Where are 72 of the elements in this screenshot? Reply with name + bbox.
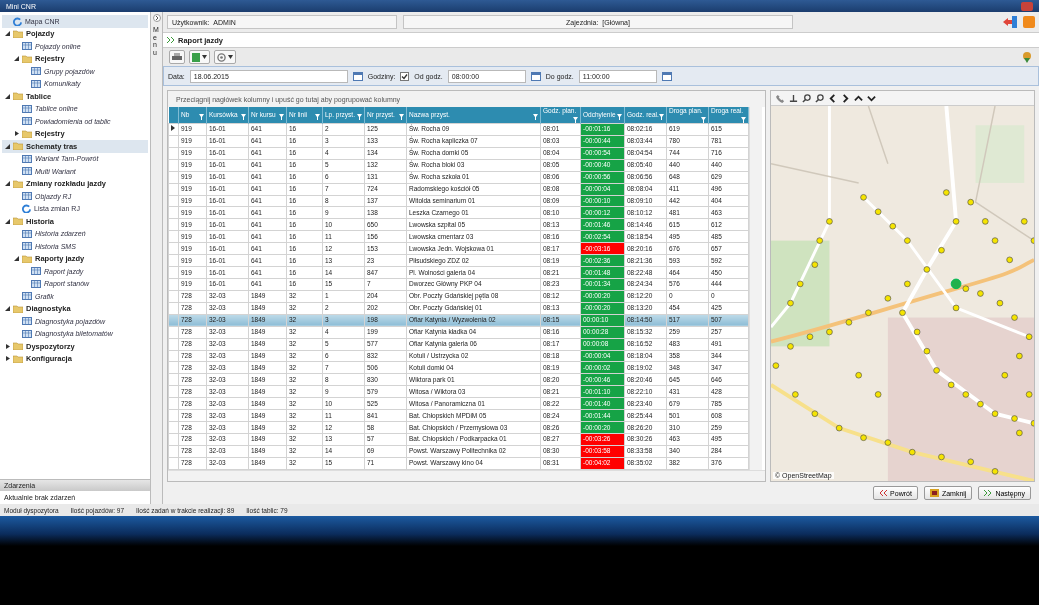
horizontal-scrollbar[interactable]: [168, 470, 765, 481]
expanded-icon[interactable]: [13, 56, 19, 62]
calendar-icon[interactable]: [661, 71, 672, 81]
chevron-down-icon[interactable]: [867, 93, 876, 103]
filter-icon[interactable]: [357, 113, 362, 120]
filter-icon[interactable]: [659, 113, 664, 120]
grid-icon: [22, 167, 32, 176]
filter-icon[interactable]: [701, 117, 706, 123]
zoom-in-icon[interactable]: [802, 93, 811, 103]
print-button[interactable]: [169, 50, 185, 64]
double-chevron-left-icon: [879, 490, 888, 496]
filter-icon[interactable]: [279, 113, 284, 120]
grid-icon: [31, 79, 41, 88]
expanded-icon[interactable]: [4, 181, 10, 187]
printer-icon: [172, 52, 182, 62]
collapsed-icon[interactable]: [4, 356, 10, 362]
collapsed-icon[interactable]: [13, 131, 19, 137]
folder-icon: [22, 254, 32, 263]
filter-icon[interactable]: [241, 113, 246, 120]
expanded-icon[interactable]: [4, 143, 10, 149]
grid-icon: [22, 104, 32, 113]
settings-icon: [217, 52, 226, 62]
double-chevron-right-icon: [984, 490, 993, 496]
grid-icon: [22, 329, 32, 338]
hours-checkbox[interactable]: [400, 71, 410, 81]
grid-icon: [22, 242, 32, 251]
chevron-up-icon[interactable]: [854, 93, 863, 103]
folder-icon: [13, 92, 23, 101]
folder-icon: [13, 304, 23, 313]
grid-icon: [22, 229, 32, 238]
folder-icon: [22, 54, 32, 63]
caret-icon: [202, 55, 207, 59]
refresh-icon: [13, 16, 22, 26]
expanded-icon[interactable]: [4, 93, 10, 99]
export-button[interactable]: [189, 50, 210, 64]
zoom-out-icon[interactable]: [815, 93, 824, 103]
filter-icon[interactable]: [573, 117, 578, 123]
double-chevron-icon: [167, 37, 175, 43]
chevron-left-icon[interactable]: [828, 93, 837, 103]
filter-icon[interactable]: [533, 113, 538, 120]
expanded-icon[interactable]: [4, 306, 10, 312]
exit-icon[interactable]: [1003, 16, 1017, 28]
collapsed-icon[interactable]: [4, 343, 10, 349]
ruler-icon[interactable]: [789, 93, 798, 103]
expand-icon[interactable]: [152, 14, 161, 22]
grid-icon: [22, 292, 32, 301]
calendar-icon[interactable]: [352, 71, 363, 81]
grid-icon: [22, 154, 32, 163]
settings-button[interactable]: [214, 50, 236, 64]
refresh-icon: [22, 204, 31, 214]
grid-icon: [22, 192, 32, 201]
filter-icon[interactable]: [315, 113, 320, 120]
calendar-icon[interactable]: [530, 71, 541, 81]
filter-icon[interactable]: [741, 117, 746, 123]
folder-icon: [13, 217, 23, 226]
vertical-scrollbar[interactable]: [749, 107, 762, 470]
filter-icon[interactable]: [617, 113, 622, 120]
map-pin-icon[interactable]: [1021, 51, 1033, 63]
grid-icon: [22, 117, 32, 126]
grid-icon: [31, 279, 41, 288]
grid-icon: [22, 317, 32, 326]
folder-icon: [13, 179, 23, 188]
caret-icon: [228, 55, 233, 59]
expanded-icon[interactable]: [13, 256, 19, 262]
filter-icon[interactable]: [199, 113, 204, 120]
expanded-icon[interactable]: [4, 31, 10, 37]
grid-icon: [31, 267, 41, 276]
filter-icon[interactable]: [399, 113, 404, 120]
grid-icon: [31, 67, 41, 76]
grid-icon: [22, 42, 32, 51]
chevron-right-icon[interactable]: [841, 93, 850, 103]
expanded-icon[interactable]: [4, 218, 10, 224]
